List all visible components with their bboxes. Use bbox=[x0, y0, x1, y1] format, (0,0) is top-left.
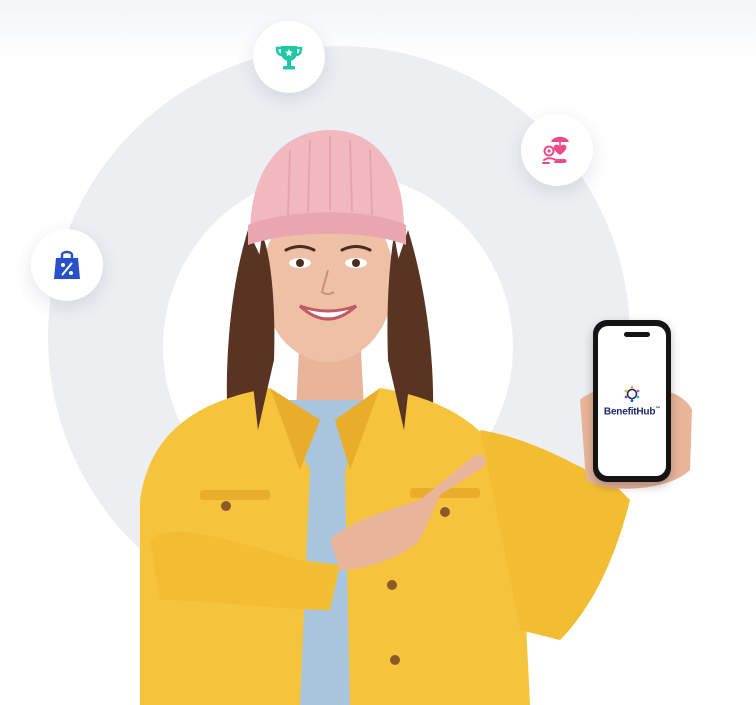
smartphone: BenefitHub™ bbox=[593, 320, 671, 482]
trademark-symbol: ™ bbox=[655, 405, 661, 412]
brand-name: BenefitHub™ bbox=[604, 406, 660, 417]
hero-illustration: BenefitHub™ bbox=[0, 0, 756, 705]
phone-screen: BenefitHub™ bbox=[598, 326, 666, 476]
brand-name-text: BenefitHub bbox=[603, 406, 656, 418]
benefithub-logo-icon bbox=[624, 385, 640, 402]
phone-notch bbox=[624, 332, 650, 337]
